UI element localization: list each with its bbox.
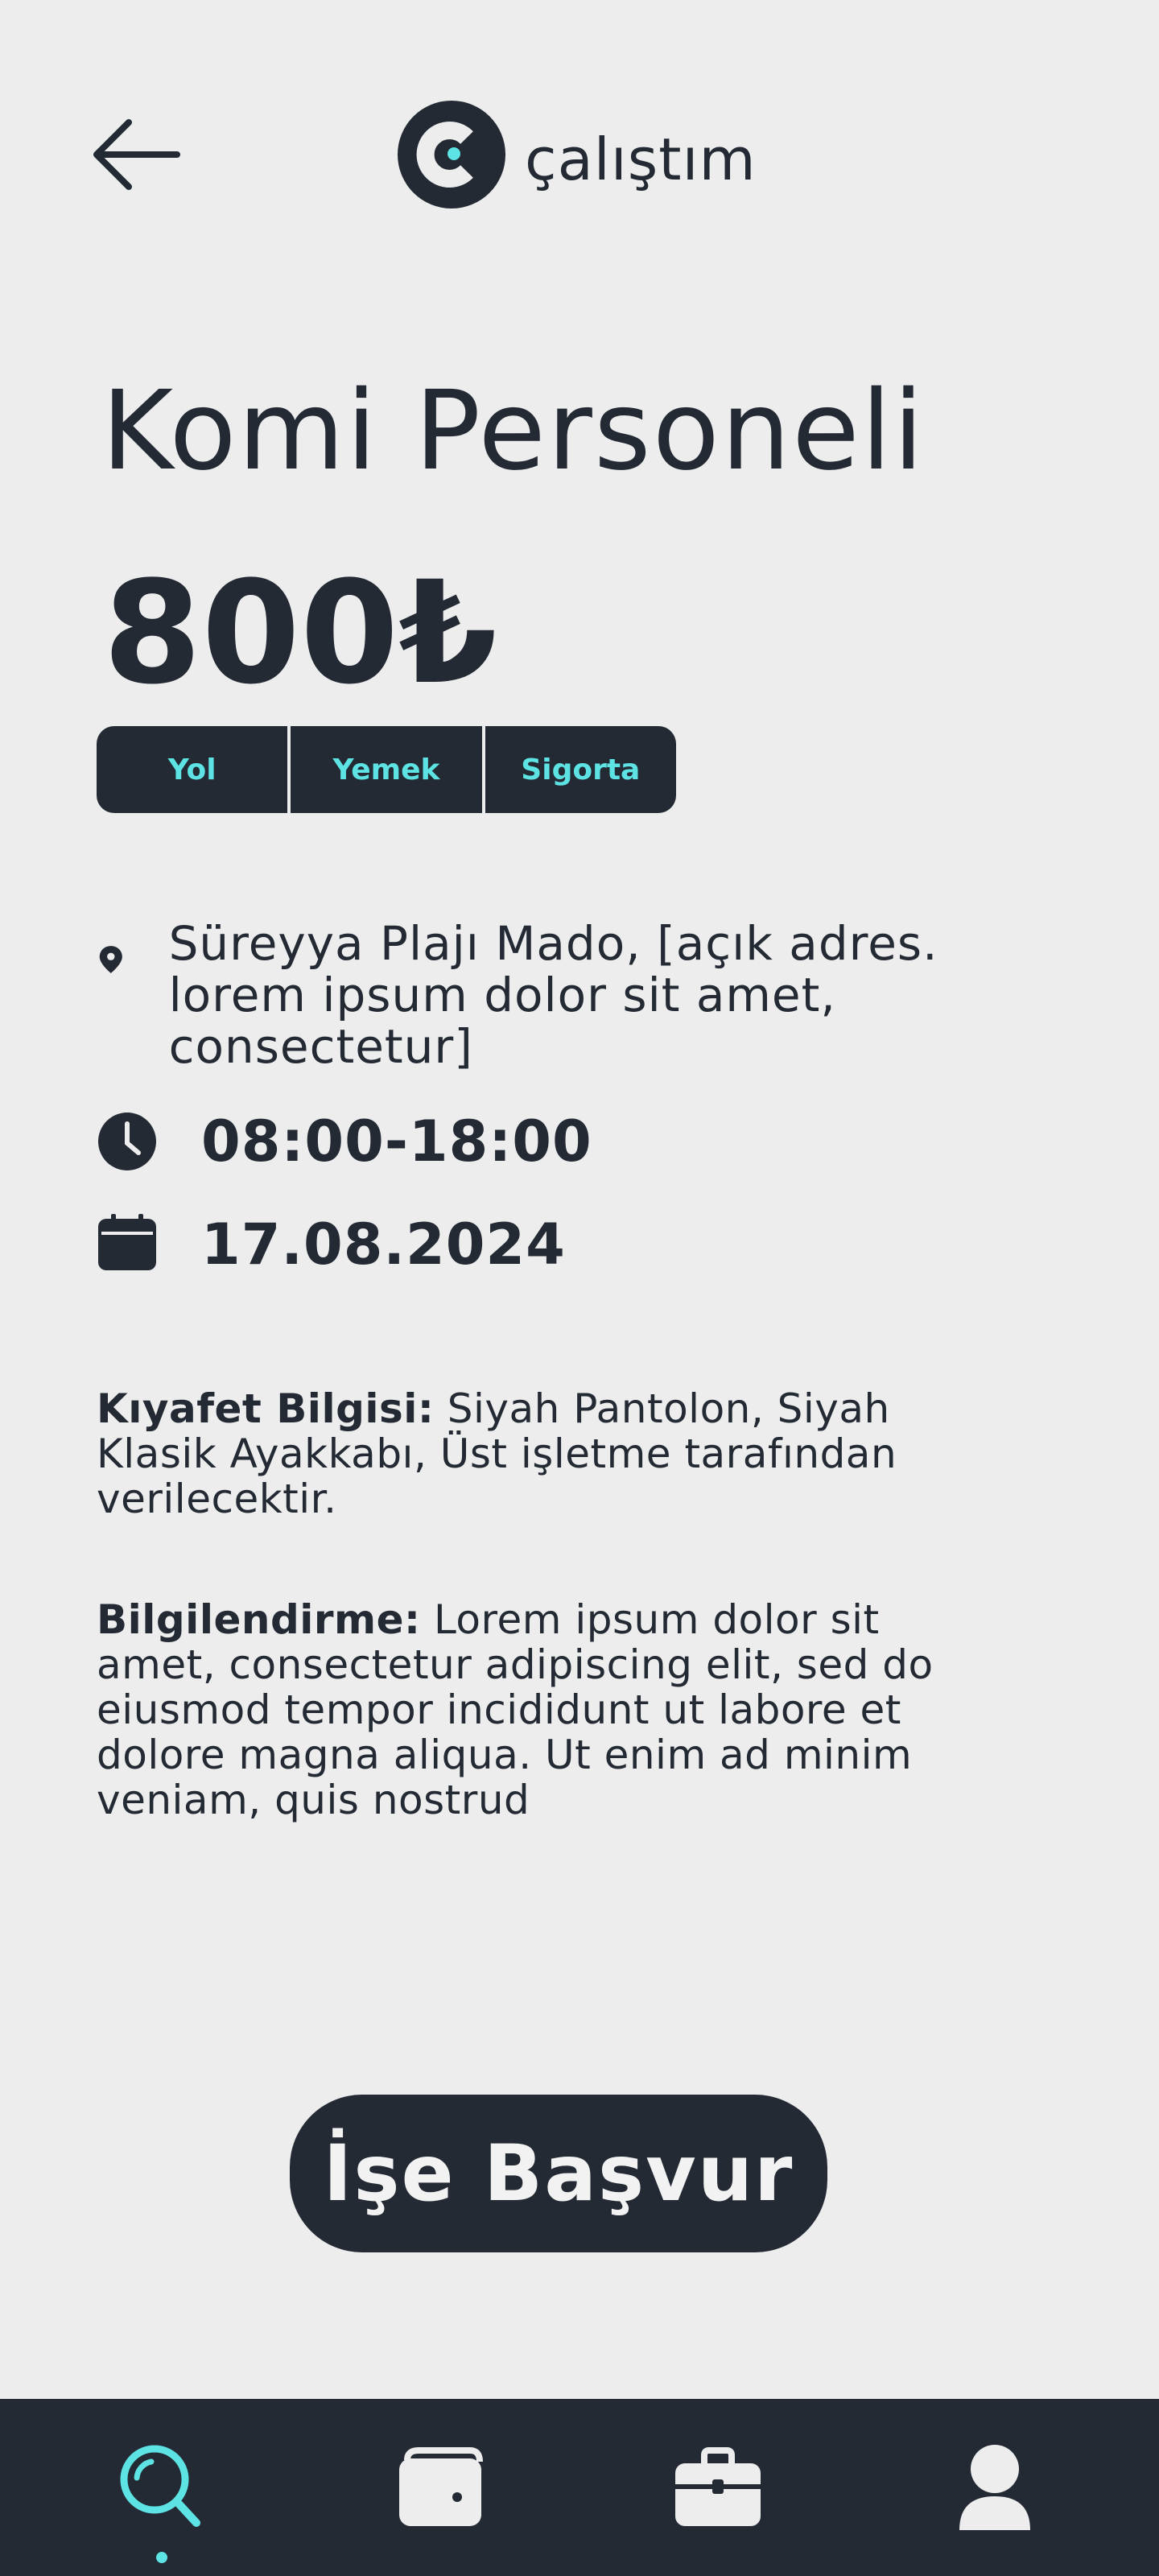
nav-jobs[interactable] [637, 2399, 798, 2576]
benefit-tag: Sigorta [481, 726, 676, 813]
bottom-nav [0, 2399, 1159, 2576]
arrow-left-icon [93, 119, 180, 190]
clock-icon [98, 1113, 156, 1170]
nav-profile[interactable] [914, 2399, 1075, 2576]
brand: çalıştım [398, 98, 757, 211]
date-row: 17.08.2024 [97, 1214, 566, 1275]
benefit-tag: Yemek [287, 726, 481, 813]
apply-button[interactable]: İşe Başvur [290, 2095, 827, 2252]
hours-text: 08:00-18:00 [201, 1108, 592, 1174]
location-pin-icon [99, 946, 122, 973]
general-info-label: Bilgilendirme: [97, 1596, 421, 1643]
dress-info: Kıyafet Bilgisi: Siyah Pantolon, Siyah K… [97, 1386, 934, 1521]
nav-search[interactable] [80, 2399, 241, 2576]
benefit-tag: Yol [167, 753, 217, 786]
benefit-tags: Yol Yemek Sigorta [97, 726, 676, 813]
general-info: Bilgilendirme: Lorem ipsum dolor sit ame… [97, 1597, 934, 1823]
dress-info-label: Kıyafet Bilgisi: [97, 1385, 435, 1432]
address-row: Süreyya Plajı Mado, [açık adres. lorem i… [97, 918, 998, 1072]
hours-row: 08:00-18:00 [97, 1111, 592, 1172]
nav-wallet[interactable] [360, 2399, 521, 2576]
search-icon [120, 2445, 200, 2527]
brand-logo-icon [398, 101, 505, 208]
calendar-icon [98, 1214, 156, 1270]
active-indicator [156, 2552, 167, 2563]
brand-name: çalıştım [525, 126, 757, 193]
address-text: Süreyya Plajı Mado, [açık adres. lorem i… [168, 916, 938, 1074]
back-button[interactable] [89, 113, 185, 201]
briefcase-icon [675, 2447, 761, 2526]
job-price: 800₺ [103, 551, 497, 716]
profile-icon [959, 2445, 1030, 2530]
wallet-icon [399, 2447, 483, 2526]
job-title: Komi Personeli [101, 368, 926, 495]
date-text: 17.08.2024 [201, 1212, 566, 1278]
